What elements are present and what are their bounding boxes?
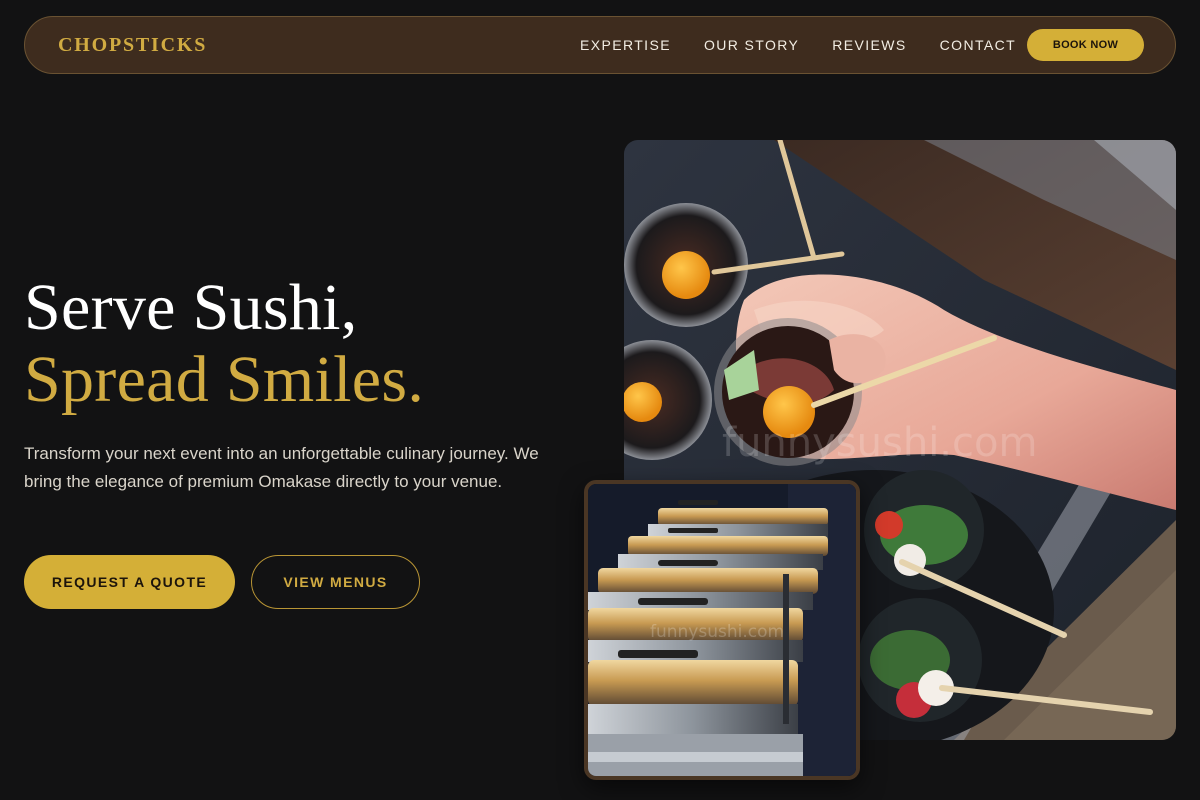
request-quote-button[interactable]: REQUEST A QUOTE — [24, 555, 235, 609]
book-now-button[interactable]: BOOK NOW — [1027, 29, 1144, 61]
chafing-dishes-photo — [588, 484, 856, 776]
page: CHOPSTICKS EXPERTISE OUR STORY REVIEWS C… — [0, 0, 1200, 800]
nav-link-expertise[interactable]: EXPERTISE — [580, 37, 671, 53]
hero-title-line-1: Serve Sushi, — [24, 271, 358, 344]
nav-link-our-story[interactable]: OUR STORY — [704, 37, 799, 53]
hero-secondary-image: funnysushi.com — [584, 480, 860, 780]
nav-link-reviews[interactable]: REVIEWS — [832, 37, 906, 53]
view-menus-button[interactable]: VIEW MENUS — [251, 555, 420, 609]
hero-description: Transform your next event into an unforg… — [24, 444, 539, 491]
nav-links: EXPERTISE OUR STORY REVIEWS CONTACT — [580, 17, 1016, 73]
top-navigation: CHOPSTICKS EXPERTISE OUR STORY REVIEWS C… — [24, 16, 1176, 74]
hero-title-line-2: Spread Smiles. — [24, 343, 425, 416]
hero-title: Serve Sushi, Spread Smiles. — [24, 272, 424, 416]
nav-link-contact[interactable]: CONTACT — [940, 37, 1016, 53]
brand-logo[interactable]: CHOPSTICKS — [58, 34, 207, 57]
